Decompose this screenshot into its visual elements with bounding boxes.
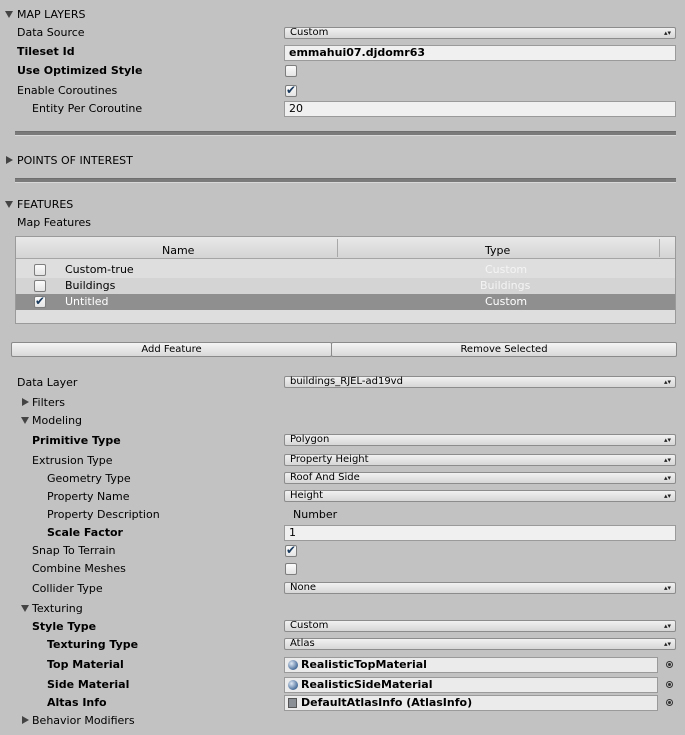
feature-type: Buildings bbox=[480, 279, 531, 292]
foldout-arrow-icon[interactable] bbox=[22, 716, 29, 724]
property-description-label: Property Description bbox=[47, 508, 160, 521]
feature-active-checkbox[interactable] bbox=[34, 264, 46, 276]
style-type-label: Style Type bbox=[32, 620, 97, 633]
snap-to-terrain-checkbox[interactable]: ✔ bbox=[285, 543, 297, 557]
updown-arrows-icon: ▴▾ bbox=[663, 584, 671, 592]
add-feature-button[interactable]: Add Feature bbox=[11, 342, 332, 357]
texturing-type-label: Texturing Type bbox=[47, 638, 139, 651]
column-header-type[interactable]: Type bbox=[485, 243, 510, 259]
updown-arrows-icon: ▴▾ bbox=[663, 492, 671, 500]
section-map-layers[interactable]: MAP LAYERS bbox=[17, 7, 86, 23]
checkmark-icon: ✔ bbox=[35, 294, 46, 308]
column-divider[interactable] bbox=[337, 239, 338, 257]
foldout-arrow-icon[interactable] bbox=[5, 11, 13, 18]
map-features-table: Name Type Custom-true Custom Buildings B… bbox=[15, 236, 676, 324]
texturing-type-dropdown[interactable]: Atlas ▴▾ bbox=[284, 638, 676, 650]
combine-meshes-checkbox[interactable] bbox=[285, 563, 297, 575]
scale-factor-input[interactable]: 1 bbox=[284, 525, 676, 541]
data-source-label: Data Source bbox=[17, 26, 85, 39]
side-material-field[interactable]: RealisticSideMaterial bbox=[284, 677, 658, 693]
feature-name: Untitled bbox=[65, 295, 109, 308]
extrusion-type-dropdown[interactable]: Property Height ▴▾ bbox=[284, 454, 676, 466]
collider-type-dropdown[interactable]: None ▴▾ bbox=[284, 582, 676, 594]
sphere-material-icon bbox=[288, 680, 298, 690]
feature-type: Custom bbox=[485, 295, 528, 308]
feature-active-checkbox[interactable]: ✔ bbox=[34, 294, 46, 308]
filters-foldout[interactable]: Filters bbox=[32, 395, 65, 411]
texturing-foldout[interactable]: Texturing bbox=[32, 601, 83, 617]
column-divider[interactable] bbox=[659, 239, 660, 257]
updown-arrows-icon: ▴▾ bbox=[663, 640, 671, 648]
top-material-field[interactable]: RealisticTopMaterial bbox=[284, 657, 658, 673]
enable-coroutines-label: Enable Coroutines bbox=[17, 84, 118, 97]
foldout-arrow-icon[interactable] bbox=[21, 605, 29, 612]
table-row[interactable]: Buildings Buildings bbox=[16, 278, 675, 294]
foldout-arrow-icon[interactable] bbox=[5, 201, 13, 208]
map-features-label: Map Features bbox=[17, 216, 92, 229]
data-layer-dropdown[interactable]: buildings_RJEL-ad19vd ▴▾ bbox=[284, 376, 676, 388]
updown-arrows-icon: ▴▾ bbox=[663, 456, 671, 464]
section-features[interactable]: FEATURES bbox=[17, 197, 73, 213]
entity-per-coroutine-input[interactable]: 20 bbox=[284, 101, 676, 117]
feature-name: Custom-true bbox=[65, 263, 134, 276]
scale-factor-label: Scale Factor bbox=[47, 526, 123, 539]
combine-meshes-label: Combine Meshes bbox=[32, 562, 126, 575]
scriptable-asset-icon bbox=[288, 698, 297, 708]
property-name-label: Property Name bbox=[47, 490, 130, 503]
feature-active-checkbox[interactable] bbox=[34, 280, 46, 292]
checkmark-icon: ✔ bbox=[286, 543, 297, 557]
style-type-dropdown[interactable]: Custom ▴▾ bbox=[284, 620, 676, 632]
extrusion-type-label: Extrusion Type bbox=[32, 454, 113, 467]
behavior-modifiers-foldout[interactable]: Behavior Modifiers bbox=[32, 713, 135, 729]
data-layer-label: Data Layer bbox=[17, 376, 78, 389]
modeling-foldout[interactable]: Modeling bbox=[32, 413, 82, 429]
remove-selected-button[interactable]: Remove Selected bbox=[331, 342, 677, 357]
section-points-of-interest[interactable]: POINTS OF INTEREST bbox=[17, 153, 133, 169]
table-row[interactable]: Custom-true Custom bbox=[16, 262, 675, 278]
primitive-type-label: Primitive Type bbox=[32, 434, 121, 447]
atlas-info-field[interactable]: DefaultAtlasInfo (AtlasInfo) bbox=[284, 695, 658, 711]
primitive-type-dropdown[interactable]: Polygon ▴▾ bbox=[284, 434, 676, 446]
updown-arrows-icon: ▴▾ bbox=[663, 622, 671, 630]
updown-arrows-icon: ▴▾ bbox=[663, 474, 671, 482]
feature-type: Custom bbox=[485, 263, 528, 276]
column-header-name[interactable]: Name bbox=[162, 243, 194, 259]
section-separator bbox=[15, 131, 676, 136]
table-row-selected[interactable]: ✔ Untitled Custom bbox=[16, 294, 675, 310]
feature-name: Buildings bbox=[65, 279, 116, 292]
snap-to-terrain-label: Snap To Terrain bbox=[32, 544, 116, 557]
updown-arrows-icon: ▴▾ bbox=[663, 29, 671, 37]
geometry-type-label: Geometry Type bbox=[47, 472, 131, 485]
tileset-id-input[interactable]: emmahui07.djdomr63 bbox=[284, 45, 676, 61]
collider-type-label: Collider Type bbox=[32, 582, 103, 595]
property-name-dropdown[interactable]: Height ▴▾ bbox=[284, 490, 676, 502]
enable-coroutines-checkbox[interactable]: ✔ bbox=[285, 83, 297, 97]
property-description-value: Number bbox=[293, 508, 338, 521]
section-separator bbox=[15, 178, 676, 183]
optimized-style-checkbox[interactable] bbox=[285, 65, 297, 77]
geometry-type-dropdown[interactable]: Roof And Side ▴▾ bbox=[284, 472, 676, 484]
table-header: Name Type bbox=[16, 237, 675, 259]
sphere-material-icon bbox=[288, 660, 298, 670]
entity-per-coroutine-label: Entity Per Coroutine bbox=[32, 102, 143, 115]
updown-arrows-icon: ▴▾ bbox=[663, 378, 671, 386]
side-material-label: Side Material bbox=[47, 678, 130, 691]
data-source-dropdown[interactable]: Custom ▴▾ bbox=[284, 27, 676, 39]
foldout-arrow-icon[interactable] bbox=[6, 156, 13, 164]
object-picker-icon[interactable] bbox=[666, 699, 673, 706]
updown-arrows-icon: ▴▾ bbox=[663, 436, 671, 444]
foldout-arrow-icon[interactable] bbox=[21, 417, 29, 424]
foldout-arrow-icon[interactable] bbox=[22, 398, 29, 406]
object-picker-icon[interactable] bbox=[666, 661, 673, 668]
tileset-id-label: Tileset Id bbox=[17, 45, 75, 58]
top-material-label: Top Material bbox=[47, 658, 124, 671]
atlas-info-label: Altas Info bbox=[47, 696, 107, 709]
checkmark-icon: ✔ bbox=[286, 83, 297, 97]
optimized-style-label: Use Optimized Style bbox=[17, 64, 143, 77]
object-picker-icon[interactable] bbox=[666, 681, 673, 688]
